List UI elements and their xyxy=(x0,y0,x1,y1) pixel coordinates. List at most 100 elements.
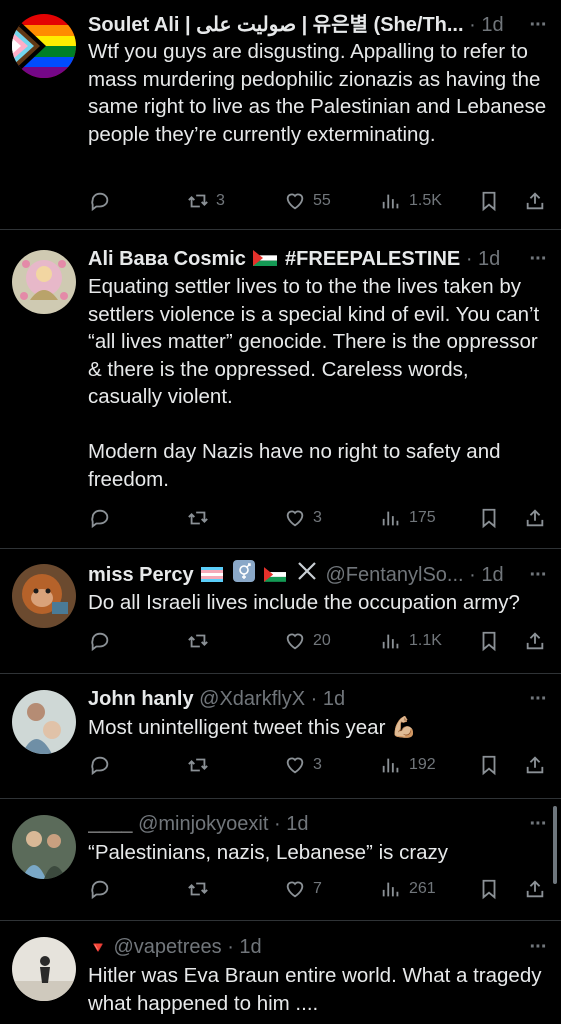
tweet-text: Hitler was Eva Braun entire world. What … xyxy=(88,964,548,1015)
views-button[interactable]: 1.5K xyxy=(380,186,442,216)
share-icon xyxy=(526,756,544,774)
views-button[interactable]: 261 xyxy=(380,874,436,904)
retweet-button[interactable] xyxy=(187,874,216,904)
separator-dot: · xyxy=(465,248,473,270)
display-name[interactable]: 🔻 xyxy=(88,940,108,957)
tweet-header: ____ @minjokyoexit · 1d xyxy=(88,809,521,839)
timestamp[interactable]: 1d xyxy=(481,14,503,36)
share-button[interactable] xyxy=(524,626,546,656)
more-options-icon[interactable]: ··· xyxy=(527,10,549,40)
views-button[interactable]: 175 xyxy=(380,503,436,533)
bookmark-button[interactable] xyxy=(478,503,500,533)
tweet-text: Equating settler lives to to the the liv… xyxy=(88,275,540,491)
like-count: 20 xyxy=(313,632,331,649)
display-name[interactable]: Ali Ваʙа Cosmic xyxy=(88,248,246,270)
tweet-header: 🔻 @vapetrees · 1d xyxy=(88,932,521,962)
more-options-icon[interactable]: ··· xyxy=(527,560,549,590)
avatar[interactable] xyxy=(12,815,76,879)
more-options-icon[interactable]: ··· xyxy=(527,809,549,839)
like-count: 3 xyxy=(313,509,322,526)
retweet-icon xyxy=(188,634,208,648)
avatar[interactable] xyxy=(12,937,76,1001)
retweet-button[interactable] xyxy=(187,503,216,533)
views-chart-icon xyxy=(382,511,399,526)
retweet-icon xyxy=(188,882,208,896)
tweet[interactable]: ____ @minjokyoexit · 1d ··· “Palestinian… xyxy=(0,799,561,921)
display-name[interactable]: ____ xyxy=(88,813,133,835)
retweet-icon xyxy=(188,194,208,208)
timestamp[interactable]: 1d xyxy=(478,248,500,270)
user-handle[interactable]: @FentanylSo... xyxy=(325,564,463,586)
action-bar: 20 1.1K xyxy=(0,626,561,656)
user-handle[interactable]: @XdarkflyX xyxy=(199,688,305,710)
like-button[interactable]: 7 xyxy=(284,874,322,904)
action-bar: 3 55 1.5K xyxy=(0,186,561,216)
bookmark-icon xyxy=(482,631,496,652)
reply-button[interactable] xyxy=(89,186,111,216)
bookmark-button[interactable] xyxy=(478,874,500,904)
views-button[interactable]: 192 xyxy=(380,750,436,780)
reply-button[interactable] xyxy=(89,503,111,533)
timestamp[interactable]: 1d xyxy=(286,813,308,835)
retweet-count: 3 xyxy=(216,192,225,209)
like-button[interactable]: 55 xyxy=(284,186,331,216)
heart-icon xyxy=(286,510,304,527)
share-button[interactable] xyxy=(524,874,546,904)
reply-button[interactable] xyxy=(89,626,111,656)
tweet-header: Soulet Ali | صوليت علی | 유은별 (She/Th... … xyxy=(88,10,521,40)
share-icon xyxy=(526,880,544,898)
reply-button[interactable] xyxy=(89,750,111,780)
more-options-icon[interactable]: ··· xyxy=(527,932,549,962)
avatar[interactable] xyxy=(12,250,76,314)
share-button[interactable] xyxy=(524,750,546,780)
tweet[interactable]: Soulet Ali | صوليت علی | 유은별 (She/Th... … xyxy=(0,0,561,230)
more-options-icon[interactable]: ··· xyxy=(527,244,549,274)
retweet-button[interactable] xyxy=(187,750,216,780)
heart-icon xyxy=(286,881,304,898)
user-handle[interactable]: @vapetrees xyxy=(113,936,221,958)
retweet-button[interactable] xyxy=(187,626,216,656)
bookmark-button[interactable] xyxy=(478,626,500,656)
more-options-icon[interactable]: ··· xyxy=(527,684,549,714)
timestamp[interactable]: 1d xyxy=(239,936,261,958)
tweet[interactable]: John hanly @XdarkflyX · 1d ··· Most unin… xyxy=(0,674,561,799)
reply-button[interactable] xyxy=(89,874,111,904)
tweet[interactable]: Ali Ваʙа Cosmic #FREEPALESTINE · 1d ··· … xyxy=(0,230,561,549)
palestine-flag-icon xyxy=(264,561,287,590)
tweet[interactable]: 🔻 @vapetrees · 1d ··· Hitler was Eva Bra… xyxy=(0,921,561,1024)
separator-dot: · xyxy=(469,564,476,586)
reply-icon xyxy=(91,509,109,529)
view-count: 261 xyxy=(409,880,436,897)
bookmark-button[interactable] xyxy=(478,750,500,780)
person-photo-avatar xyxy=(12,690,76,754)
views-button[interactable]: 1.1K xyxy=(380,626,442,656)
timestamp[interactable]: 1d xyxy=(323,688,345,710)
retweet-button[interactable]: 3 xyxy=(187,186,225,216)
like-button[interactable]: 3 xyxy=(284,503,322,533)
retweet-icon xyxy=(188,511,208,525)
display-name[interactable]: miss Percy xyxy=(88,564,194,586)
tweet[interactable]: miss Percy @FentanylSo... · 1d ··· Do al… xyxy=(0,549,561,674)
avatar[interactable] xyxy=(12,14,76,78)
like-count: 55 xyxy=(313,192,331,209)
timestamp[interactable]: 1d xyxy=(481,564,503,586)
separator-dot: · xyxy=(310,688,318,710)
display-name-hashtag[interactable]: #FREEPALESTINE xyxy=(285,248,460,270)
tweet-text: “Palestinians, nazis, Lebanese” is crazy xyxy=(88,841,449,864)
like-button[interactable]: 20 xyxy=(284,626,331,656)
user-handle[interactable]: @minjokyoexit xyxy=(138,813,268,835)
reply-icon xyxy=(91,756,109,776)
heart-icon xyxy=(286,633,304,650)
share-icon xyxy=(526,632,544,650)
display-name[interactable]: Soulet Ali | صوليت علی | 유은별 (She/Th... xyxy=(88,14,464,36)
like-button[interactable]: 3 xyxy=(284,750,322,780)
bookmark-button[interactable] xyxy=(478,186,500,216)
display-name[interactable]: John hanly xyxy=(88,688,194,710)
avatar[interactable] xyxy=(12,690,76,754)
avatar[interactable] xyxy=(12,564,76,628)
bookmark-icon xyxy=(482,879,496,900)
share-button[interactable] xyxy=(524,186,546,216)
scrollbar[interactable] xyxy=(553,806,557,884)
view-count: 175 xyxy=(409,509,436,526)
share-button[interactable] xyxy=(524,503,546,533)
